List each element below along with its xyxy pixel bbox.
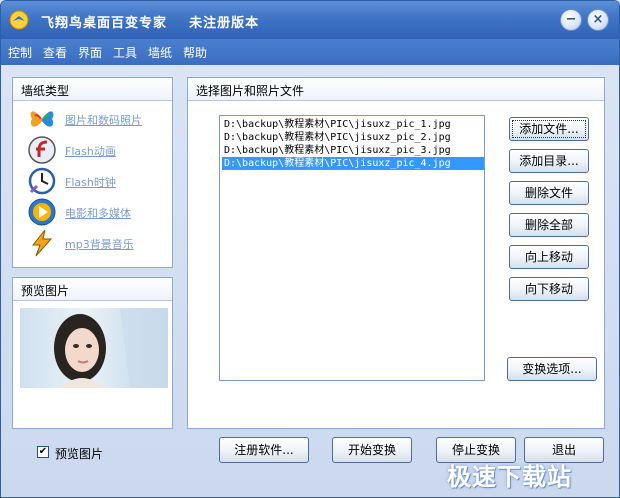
wallpaper-type-media[interactable]: 电影和多媒体 xyxy=(27,197,177,227)
delete-all-button[interactable]: 删除全部 xyxy=(509,213,589,237)
wallpaper-type-flash-clock[interactable]: Flash时钟 xyxy=(27,166,177,196)
wallpaper-type-media-label: 电影和多媒体 xyxy=(65,207,131,220)
add-file-button[interactable]: 添加文件... xyxy=(509,117,589,141)
menu-control[interactable]: 控制 xyxy=(8,44,32,61)
flash-icon xyxy=(28,136,56,164)
close-button[interactable]: × xyxy=(587,9,609,31)
minimize-button[interactable]: − xyxy=(560,9,582,31)
register-button[interactable]: 注册软件... xyxy=(219,437,309,463)
wallpaper-type-flash-label: Flash动画 xyxy=(65,145,116,158)
window-title: 飞翔鸟桌面百变专家 未注册版本 xyxy=(41,16,260,31)
menu-help[interactable]: 帮助 xyxy=(183,44,207,61)
butterfly-icon xyxy=(30,111,54,127)
winamp-icon xyxy=(31,229,53,257)
file-selection-header: 选择图片和照片文件 xyxy=(188,78,604,101)
menu-bar: 控制 查看 界面 工具 墙纸 帮助 xyxy=(1,39,619,65)
title-bar[interactable]: 飞翔鸟桌面百变专家 未注册版本 − × xyxy=(1,1,619,39)
menu-view[interactable]: 查看 xyxy=(43,44,67,61)
file-row[interactable]: D:\backup\教程素材\PIC\jisuxz_pic_3.jpg xyxy=(222,144,484,157)
wallpaper-type-flash-clock-label: Flash时钟 xyxy=(65,176,116,189)
preview-header: 预览图片 xyxy=(13,278,172,301)
wallpaper-type-mp3-label: mp3背景音乐 xyxy=(65,238,134,251)
file-list[interactable]: D:\backup\教程素材\PIC\jisuxz_pic_1.jpg D:\b… xyxy=(219,115,485,381)
wallpaper-type-title: 墙纸类型 xyxy=(21,84,70,98)
delete-file-button[interactable]: 删除文件 xyxy=(509,181,589,205)
wallpaper-type-panel: 墙纸类型 图片和数码照片 Flash动画 Flash时钟 电影和多媒体 mp3背… xyxy=(12,77,173,268)
wallpaper-type-mp3[interactable]: mp3背景音乐 xyxy=(27,228,177,258)
media-player-icon xyxy=(28,198,56,226)
preview-image xyxy=(20,308,168,388)
app-bird-icon xyxy=(9,10,29,30)
menu-wallpaper[interactable]: 墙纸 xyxy=(148,44,172,61)
wallpaper-type-header: 墙纸类型 xyxy=(13,78,172,101)
preview-checkbox-label: 预览图片 xyxy=(55,447,104,461)
wallpaper-type-flash[interactable]: Flash动画 xyxy=(27,135,177,165)
preview-checkbox[interactable]: ✔ xyxy=(37,446,49,458)
watermark: 极速下载站 xyxy=(447,463,572,491)
menu-interface[interactable]: 界面 xyxy=(78,44,102,61)
preview-title: 预览图片 xyxy=(21,284,70,298)
file-row[interactable]: D:\backup\教程素材\PIC\jisuxz_pic_2.jpg xyxy=(222,131,484,144)
file-row-selected[interactable]: D:\backup\教程素材\PIC\jisuxz_pic_4.jpg xyxy=(222,157,484,170)
start-transition-button[interactable]: 开始变换 xyxy=(332,437,412,463)
wallpaper-type-images[interactable]: 图片和数码照片 xyxy=(27,104,177,134)
checkmark-icon: ✔ xyxy=(38,446,48,457)
transition-options-button[interactable]: 变换选项... xyxy=(507,357,597,381)
wallpaper-type-images-label: 图片和数码照片 xyxy=(65,114,142,127)
clock-icon xyxy=(28,167,56,195)
file-selection-title: 选择图片和照片文件 xyxy=(196,84,305,98)
app-window: 飞翔鸟桌面百变专家 未注册版本 − × 控制 查看 界面 工具 墙纸 帮助 墙纸… xyxy=(0,0,620,498)
minimize-icon: − xyxy=(565,12,577,27)
menu-tools[interactable]: 工具 xyxy=(113,44,137,61)
close-icon: × xyxy=(592,12,604,27)
move-down-button[interactable]: 向下移动 xyxy=(509,277,589,301)
preview-panel: 预览图片 xyxy=(12,277,173,429)
add-directory-button[interactable]: 添加目录... xyxy=(509,149,589,173)
file-row[interactable]: D:\backup\教程素材\PIC\jisuxz_pic_1.jpg xyxy=(222,118,484,131)
portrait-illustration xyxy=(54,308,168,388)
move-up-button[interactable]: 向上移动 xyxy=(509,245,589,269)
